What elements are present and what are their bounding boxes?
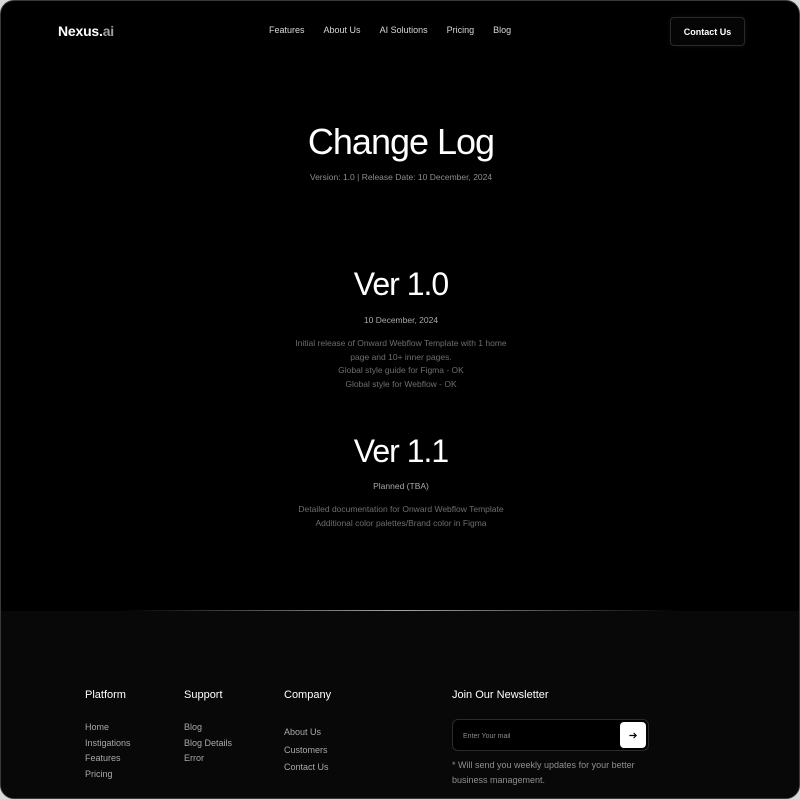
footer-link-blog-details[interactable]: Blog Details <box>184 736 232 752</box>
newsletter-note: * Will send you weekly updates for your … <box>452 760 635 785</box>
version-date: 10 December, 2024 <box>363 315 439 325</box>
nav-link-features[interactable]: Features <box>269 25 305 35</box>
footer-heading: Company <box>284 689 332 701</box>
footer-heading: Platform <box>85 689 126 701</box>
nav-link-ai-solutions[interactable]: AI Solutions <box>380 25 428 35</box>
version-meta: Version: 1.0 | Release Date: 10 December… <box>309 172 493 182</box>
footer-link-error[interactable]: Error <box>184 751 232 767</box>
version-note-line: Detailed documentation for Onward Webflo… <box>298 504 504 514</box>
version-date: Planned (TBA) <box>373 481 429 491</box>
page-title: Change Log <box>307 121 495 162</box>
version-note-line: Global style for Webflow - OK <box>345 378 457 389</box>
version-note-line: Global style guide for Figma - OK <box>338 365 464 375</box>
footer-link-pricing[interactable]: Pricing <box>85 767 131 783</box>
footer-link-instigations[interactable]: Instigations <box>85 736 131 752</box>
nav-links: Features About Us AI Solutions Pricing B… <box>269 25 530 35</box>
version-note-line: page and 10+ inner pages. <box>350 351 452 362</box>
footer-column-platform: Platform Home Instigations Features Pric… <box>85 689 131 782</box>
logo-main: Nexus. <box>58 23 103 39</box>
footer-heading: Support <box>184 689 223 701</box>
version-note-line: Initial release of Onward Webflow Templa… <box>295 338 507 348</box>
nav-link-blog[interactable]: Blog <box>493 25 511 35</box>
arrow-right-icon <box>628 732 637 738</box>
version-notes: Initial release of Onward Webflow Templa… <box>1 337 799 391</box>
newsletter-form <box>452 719 649 751</box>
version-note-line: Additional color palettes/Brand color in… <box>315 517 487 528</box>
footer-link-contact-us[interactable]: Contact Us <box>284 759 331 777</box>
version-title: Ver 1.0 <box>353 266 449 302</box>
contact-us-button[interactable]: Contact Us <box>670 17 745 46</box>
footer-column-company: Company About Us Customers Contact Us <box>284 689 331 777</box>
footer-column-support: Support Blog Blog Details Error <box>184 689 232 767</box>
footer-link-home[interactable]: Home <box>85 720 131 736</box>
newsletter-submit-button[interactable] <box>620 722 646 748</box>
top-nav: Nexus.ai Features About Us AI Solutions … <box>1 1 799 63</box>
footer-divider <box>121 610 681 611</box>
footer-link-about-us[interactable]: About Us <box>284 724 331 742</box>
version-title: Ver 1.1 <box>353 433 449 469</box>
newsletter-email-input[interactable] <box>463 729 613 743</box>
nav-link-about-us[interactable]: About Us <box>324 25 361 35</box>
page-frame: Nexus.ai Features About Us AI Solutions … <box>0 0 800 799</box>
nav-link-pricing[interactable]: Pricing <box>447 25 475 35</box>
logo-suffix: ai <box>102 23 114 39</box>
newsletter-heading: Join Our Newsletter <box>452 689 549 701</box>
footer-link-customers[interactable]: Customers <box>284 742 331 760</box>
newsletter: Join Our Newsletter * Will send you week… <box>452 689 652 785</box>
footer-link-blog[interactable]: Blog <box>184 720 232 736</box>
footer-link-features[interactable]: Features <box>85 751 131 767</box>
version-notes: Detailed documentation for Onward Webflo… <box>1 503 799 530</box>
logo[interactable]: Nexus.ai <box>58 23 114 39</box>
